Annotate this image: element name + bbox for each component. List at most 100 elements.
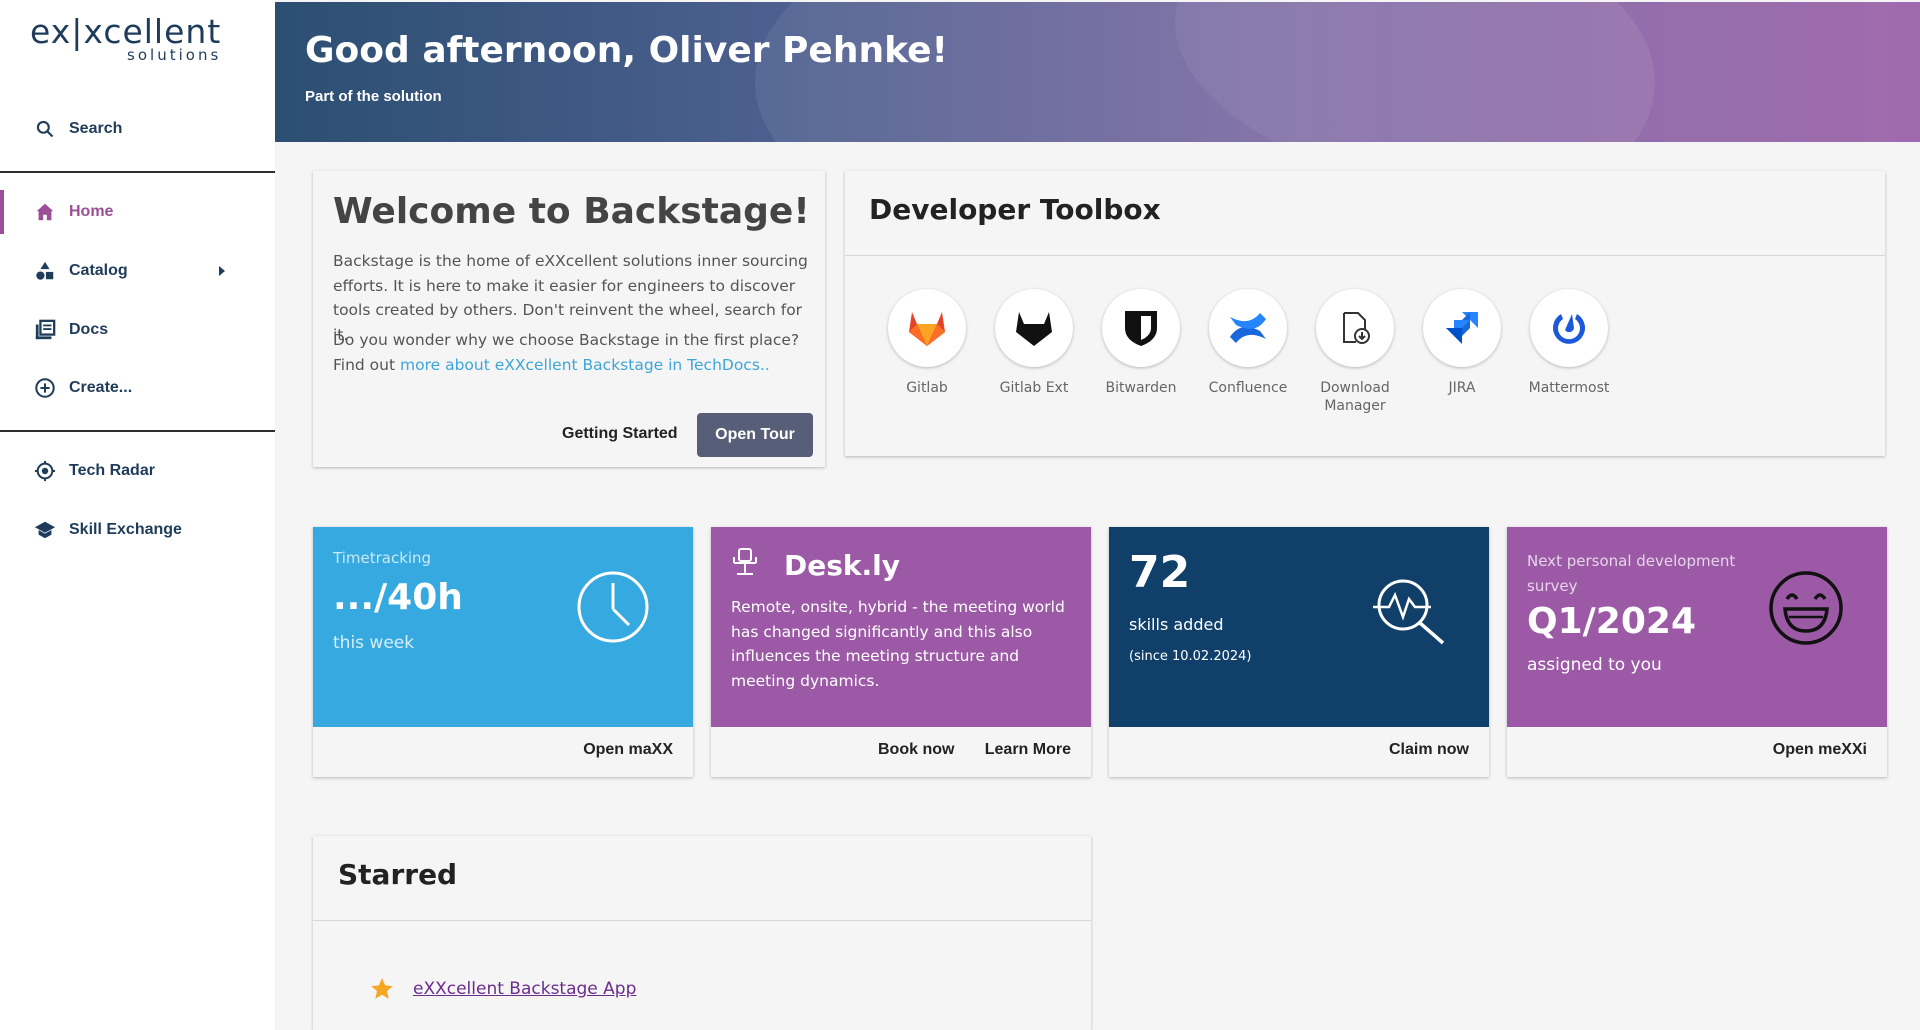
- welcome-docs-text: Do you wonder why we choose Backstage in…: [333, 328, 813, 377]
- search-icon: [33, 117, 57, 141]
- sidebar-item-label: Docs: [69, 321, 109, 338]
- sidebar-item-docs[interactable]: Docs: [0, 308, 275, 352]
- download-manager-icon: [1316, 289, 1394, 367]
- chevron-right-icon[interactable]: [219, 266, 225, 276]
- tool-download-manager[interactable]: Download Manager: [1300, 289, 1410, 415]
- welcome-card: Welcome to Backstage! Backstage is the h…: [313, 171, 825, 467]
- sidebar-item-catalog[interactable]: Catalog: [0, 249, 275, 293]
- claim-now-button[interactable]: Claim now: [1389, 741, 1469, 759]
- tool-gitlab[interactable]: Gitlab: [872, 289, 982, 397]
- toolbox-divider: [845, 255, 1885, 256]
- tool-label: Mattermost: [1528, 380, 1610, 396]
- sidebar-item-tech-radar[interactable]: Tech Radar: [0, 449, 275, 493]
- techdocs-link-suffix: ..: [759, 355, 770, 374]
- sidebar-item-label: Search: [69, 120, 123, 137]
- getting-started-button[interactable]: Getting Started: [562, 425, 678, 443]
- skill-search-icon: [1373, 579, 1445, 645]
- tool-label: Download Manager: [1320, 380, 1390, 414]
- deskly-description: Remote, onsite, hybrid - the meeting wor…: [731, 598, 1065, 690]
- timetracking-label: Timetracking: [333, 549, 432, 567]
- survey-label: Next personal development survey: [1527, 552, 1736, 595]
- deskly-tile: Desk.ly Remote, onsite, hybrid - the mee…: [711, 527, 1091, 777]
- tool-confluence[interactable]: Confluence: [1193, 289, 1303, 397]
- sidebar-item-label: Skill Exchange: [69, 521, 182, 538]
- survey-value: Q1/2024: [1527, 601, 1696, 642]
- sidebar-item-skill-exchange[interactable]: Skill Exchange: [0, 508, 275, 552]
- sidebar: ex|xcellent solutions Search Home Catalo…: [0, 0, 275, 1030]
- welcome-title: Welcome to Backstage!: [333, 191, 810, 232]
- tool-label: JIRA: [1448, 380, 1476, 396]
- tool-label: Confluence: [1208, 380, 1288, 396]
- sidebar-item-label: Catalog: [69, 262, 128, 279]
- timetracking-footer: Open maXX: [313, 727, 693, 777]
- learn-more-button[interactable]: Learn More: [985, 741, 1071, 759]
- sidebar-item-create[interactable]: Create...: [0, 366, 275, 410]
- timetracking-panel: Timetracking .../40h this week: [313, 527, 693, 727]
- sidebar-item-home[interactable]: Home: [0, 190, 275, 234]
- starred-item-link[interactable]: eXXcellent Backstage App: [413, 979, 636, 999]
- timetracking-tile: Timetracking .../40h this week Open maXX: [313, 527, 693, 777]
- star-icon[interactable]: [369, 976, 395, 1002]
- deskly-footer: Book now Learn More: [711, 727, 1091, 777]
- radar-icon: [33, 459, 57, 483]
- page-header: Good afternoon, Oliver Pehnke! Part of t…: [275, 2, 1920, 142]
- timetracking-value: .../40h: [333, 577, 463, 618]
- tool-jira[interactable]: JIRA: [1407, 289, 1517, 397]
- gitlab-ext-icon: [995, 289, 1073, 367]
- timetracking-period: this week: [333, 633, 415, 653]
- catalog-icon: [33, 259, 57, 283]
- survey-tile: Next personal development survey Q1/2024…: [1507, 527, 1887, 777]
- developer-toolbox-card: Developer Toolbox Gitlab Gitlab Ext Bitw…: [845, 171, 1885, 456]
- sidebar-divider: [0, 430, 275, 432]
- sidebar-divider: [0, 171, 275, 173]
- deskly-panel: Desk.ly Remote, onsite, hybrid - the mee…: [711, 527, 1091, 727]
- sidebar-item-label: Home: [69, 203, 114, 220]
- toolbox-title: Developer Toolbox: [869, 193, 1161, 226]
- docs-icon: [33, 318, 57, 342]
- company-logo[interactable]: ex|xcellent solutions: [30, 12, 222, 65]
- sidebar-item-search[interactable]: Search: [0, 107, 275, 151]
- open-tour-button[interactable]: Open Tour: [697, 413, 813, 457]
- page-subtitle: Part of the solution: [305, 88, 442, 105]
- graduation-cap-icon: [33, 518, 57, 542]
- sidebar-item-label: Create...: [69, 379, 133, 396]
- skills-footer: Claim now: [1109, 727, 1489, 777]
- mattermost-icon: [1530, 289, 1608, 367]
- deskly-title: Desk.ly: [784, 549, 901, 582]
- tool-gitlab-ext[interactable]: Gitlab Ext: [979, 289, 1089, 397]
- skills-tile: 72 skills added (since 10.02.2024) Claim…: [1109, 527, 1489, 777]
- survey-assigned: assigned to you: [1527, 655, 1662, 675]
- add-circle-icon: [33, 376, 57, 400]
- smiley-icon: [1769, 571, 1843, 645]
- home-icon: [33, 200, 57, 224]
- desk-chair-icon: [733, 548, 757, 575]
- tool-bitwarden[interactable]: Bitwarden: [1086, 289, 1196, 397]
- jira-icon: [1423, 289, 1501, 367]
- tool-label: Gitlab Ext: [999, 380, 1069, 396]
- skills-since: (since 10.02.2024): [1129, 649, 1252, 664]
- survey-panel: Next personal development survey Q1/2024…: [1507, 527, 1887, 727]
- logo-wordmark: ex|xcellent: [30, 12, 222, 51]
- open-mexxi-button[interactable]: Open meXXi: [1773, 741, 1867, 759]
- skills-count: 72: [1129, 547, 1191, 598]
- starred-item: eXXcellent Backstage App: [369, 976, 636, 1002]
- page-title: Good afternoon, Oliver Pehnke!: [305, 30, 948, 71]
- starred-divider: [313, 920, 1091, 921]
- confluence-icon: [1209, 289, 1287, 367]
- header-decoration: [1175, 2, 1920, 142]
- tool-label: Bitwarden: [1105, 380, 1177, 396]
- skills-label: skills added: [1129, 615, 1224, 634]
- sidebar-item-label: Tech Radar: [69, 462, 155, 479]
- starred-card: Starred eXXcellent Backstage App: [313, 836, 1091, 1030]
- survey-footer: Open meXXi: [1507, 727, 1887, 777]
- open-maxx-button[interactable]: Open maXX: [583, 741, 673, 759]
- techdocs-link[interactable]: more about eXXcellent Backstage in TechD…: [400, 356, 760, 374]
- starred-title: Starred: [338, 858, 458, 891]
- gitlab-icon: [888, 289, 966, 367]
- skills-panel: 72 skills added (since 10.02.2024): [1109, 527, 1489, 727]
- tool-mattermost[interactable]: Mattermost: [1514, 289, 1624, 397]
- book-now-button[interactable]: Book now: [878, 741, 954, 759]
- bitwarden-icon: [1102, 289, 1180, 367]
- clock-icon: [577, 571, 649, 643]
- tool-label: Gitlab: [906, 380, 948, 396]
